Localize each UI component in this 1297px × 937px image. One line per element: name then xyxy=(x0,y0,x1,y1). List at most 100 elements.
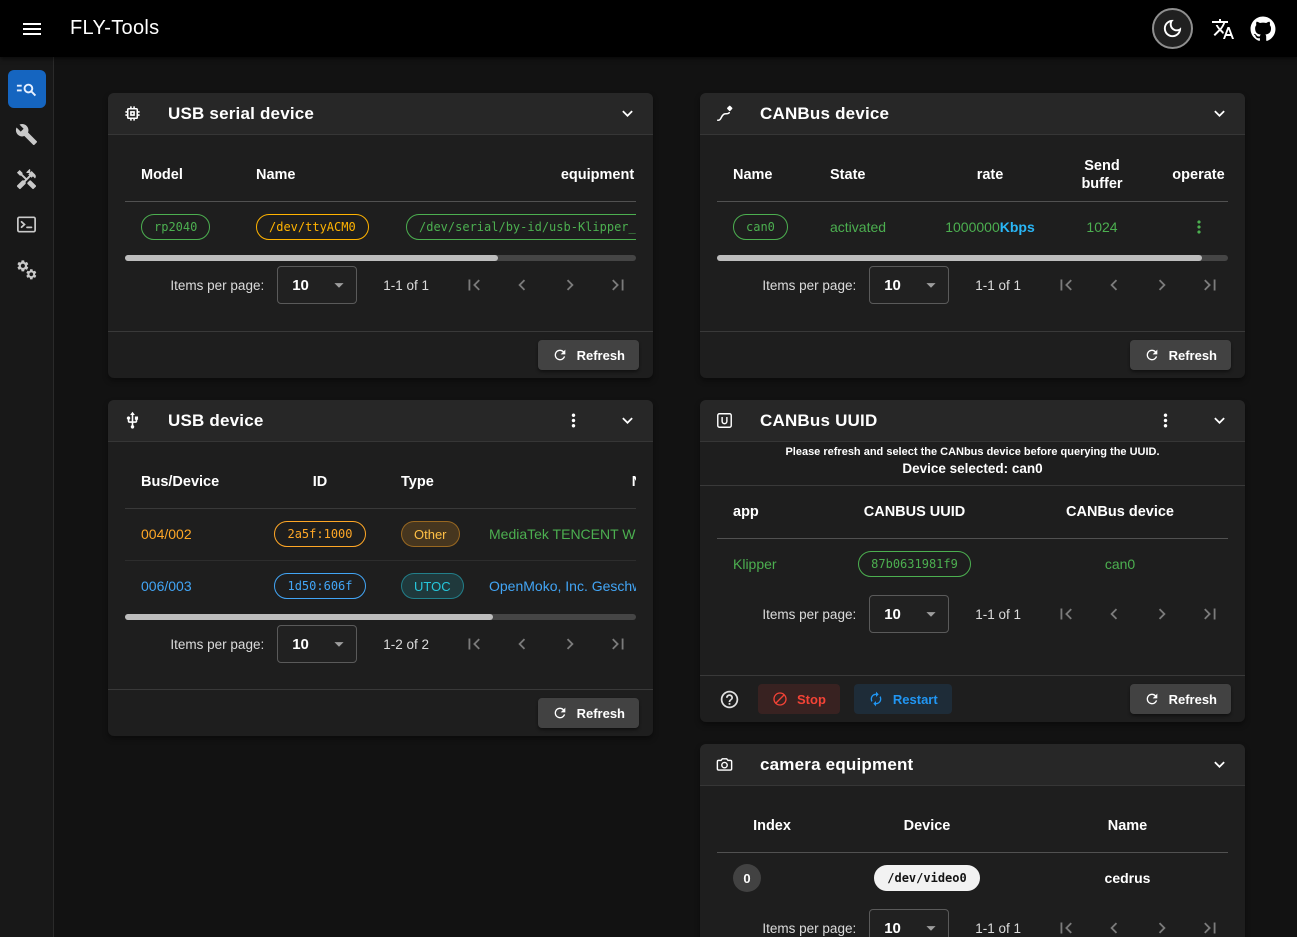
sidebar-item-services[interactable] xyxy=(8,250,46,288)
help-icon[interactable] xyxy=(714,684,744,714)
column-header-name: Name xyxy=(1027,800,1228,852)
card-title: CANBus device xyxy=(760,104,889,124)
last-page-icon[interactable] xyxy=(601,268,635,302)
sidebar-item-device-detect[interactable] xyxy=(8,70,46,108)
column-header-operate: operate xyxy=(1150,149,1228,201)
stop-button[interactable]: Stop xyxy=(758,684,840,714)
last-page-icon[interactable] xyxy=(1193,597,1227,631)
kebab-menu-icon[interactable] xyxy=(1147,403,1183,439)
github-icon[interactable] xyxy=(1243,9,1283,49)
main-content: USB serial device Model Name equipm xyxy=(54,57,1297,937)
scrollbar-thumb[interactable] xyxy=(125,614,493,620)
next-page-icon[interactable] xyxy=(1145,911,1179,937)
items-per-page-select[interactable]: 10 xyxy=(277,625,357,663)
camera-card-header[interactable]: camera equipment xyxy=(700,744,1245,786)
pagination-range: 1-1 of 1 xyxy=(975,921,1021,936)
refresh-button[interactable]: Refresh xyxy=(538,698,639,728)
prev-page-icon[interactable] xyxy=(1097,597,1131,631)
kebab-menu-icon[interactable] xyxy=(555,403,591,439)
table-header-row: Bus/Device ID Type Name xyxy=(125,456,636,508)
uuid-notice: Please refresh and select the CANbus dev… xyxy=(700,442,1245,485)
horizontal-scrollbar[interactable] xyxy=(125,614,636,620)
horizontal-scrollbar[interactable] xyxy=(717,255,1228,261)
card-title: camera equipment xyxy=(760,755,913,775)
first-page-icon[interactable] xyxy=(1049,597,1083,631)
first-page-icon[interactable] xyxy=(457,268,491,302)
items-per-page-select[interactable]: 10 xyxy=(869,909,949,937)
next-page-icon[interactable] xyxy=(553,268,587,302)
usb-serial-card-header[interactable]: USB serial device xyxy=(108,93,653,135)
sidebar-item-repair-tools[interactable] xyxy=(8,160,46,198)
first-page-icon[interactable] xyxy=(457,627,491,661)
items-per-page-select[interactable]: 10 xyxy=(869,595,949,633)
chevron-down-icon[interactable] xyxy=(609,96,645,132)
chevron-down-icon[interactable] xyxy=(1201,403,1237,439)
chevron-down-icon[interactable] xyxy=(1201,96,1237,132)
prev-page-icon[interactable] xyxy=(1097,911,1131,937)
next-page-icon[interactable] xyxy=(553,627,587,661)
items-per-page-value: 10 xyxy=(292,636,309,653)
prev-page-icon[interactable] xyxy=(505,268,539,302)
translate-icon[interactable] xyxy=(1203,9,1243,49)
restart-button[interactable]: Restart xyxy=(854,684,952,714)
items-per-page-select[interactable]: 10 xyxy=(277,266,357,304)
last-page-icon[interactable] xyxy=(601,627,635,661)
table-row: 004/002 2a5f:1000 Other MediaTek TENCENT… xyxy=(125,508,636,560)
dropdown-arrow-icon xyxy=(328,633,350,655)
table-row: can0 activated 1000000Kbps 1024 xyxy=(717,201,1228,253)
last-page-icon[interactable] xyxy=(1193,911,1227,937)
usb-device-card-header[interactable]: USB device xyxy=(108,400,653,442)
chevron-down-icon[interactable] xyxy=(609,403,645,439)
last-page-icon[interactable] xyxy=(1193,268,1227,302)
pagination-nav xyxy=(457,268,635,302)
column-header-canbus-device: CANBus device xyxy=(1012,486,1228,538)
moon-icon xyxy=(1161,17,1184,40)
scrollbar-thumb[interactable] xyxy=(125,255,498,261)
items-per-page-select[interactable]: 10 xyxy=(869,266,949,304)
next-page-icon[interactable] xyxy=(1145,268,1179,302)
next-page-icon[interactable] xyxy=(1145,597,1179,631)
scrollbar-thumb[interactable] xyxy=(717,255,1202,261)
card-bottom: Stop Restart Refresh xyxy=(700,675,1245,722)
usb-id-chip: 1d50:606f xyxy=(274,573,365,599)
items-per-page-label: Items per page: xyxy=(170,278,264,293)
camera-device-chip: /dev/video0 xyxy=(874,865,979,891)
prev-page-icon[interactable] xyxy=(1097,268,1131,302)
first-page-icon[interactable] xyxy=(1049,268,1083,302)
pagination-nav xyxy=(457,627,635,661)
chevron-down-icon[interactable] xyxy=(1201,747,1237,783)
pagination-nav xyxy=(1049,268,1227,302)
terminal-icon xyxy=(15,213,38,236)
prev-page-icon[interactable] xyxy=(505,627,539,661)
sidebar-item-tools[interactable] xyxy=(8,115,46,153)
equipment-path-chip: /dev/serial/by-id/usb-Klipper_rp2040 xyxy=(406,214,636,240)
menu-icon[interactable] xyxy=(12,9,52,49)
dark-mode-toggle[interactable] xyxy=(1152,8,1193,49)
table-row: 006/003 1d50:606f UTOC OpenMoko, Inc. Ge… xyxy=(125,560,636,612)
camera-name-value: cedrus xyxy=(1105,870,1151,886)
first-page-icon[interactable] xyxy=(1049,911,1083,937)
canbus-device-card-header[interactable]: CANBus device xyxy=(700,93,1245,135)
canbus-uuid-card-header[interactable]: CANBus UUID xyxy=(700,400,1245,442)
pagination: Items per page: 10 1-2 of 2 xyxy=(108,620,653,668)
topbar: FLY-Tools xyxy=(0,0,1297,57)
refresh-icon xyxy=(552,347,568,363)
model-chip: rp2040 xyxy=(141,214,210,240)
items-per-page-value: 10 xyxy=(884,606,901,623)
sidebar-item-terminal[interactable] xyxy=(8,205,46,243)
column-header-name: Name xyxy=(240,149,390,201)
dropdown-arrow-icon xyxy=(328,274,350,296)
horizontal-scrollbar[interactable] xyxy=(125,255,636,261)
pagination-range: 1-1 of 1 xyxy=(975,607,1021,622)
refresh-label: Refresh xyxy=(1169,692,1217,707)
uuid-device-value: can0 xyxy=(1105,556,1135,572)
column-header-device: Device xyxy=(827,800,1027,852)
refresh-button[interactable]: Refresh xyxy=(1130,684,1231,714)
refresh-button[interactable]: Refresh xyxy=(538,340,639,370)
row-kebab-menu-icon[interactable] xyxy=(1183,211,1215,243)
column-header-index: Index xyxy=(717,800,827,852)
table-row: rp2040 /dev/ttyACM0 /dev/serial/by-id/us… xyxy=(125,201,636,253)
refresh-button[interactable]: Refresh xyxy=(1130,340,1231,370)
column-header-id: ID xyxy=(255,456,385,508)
usb-name-value: MediaTek TENCENT WL. xyxy=(489,526,636,542)
